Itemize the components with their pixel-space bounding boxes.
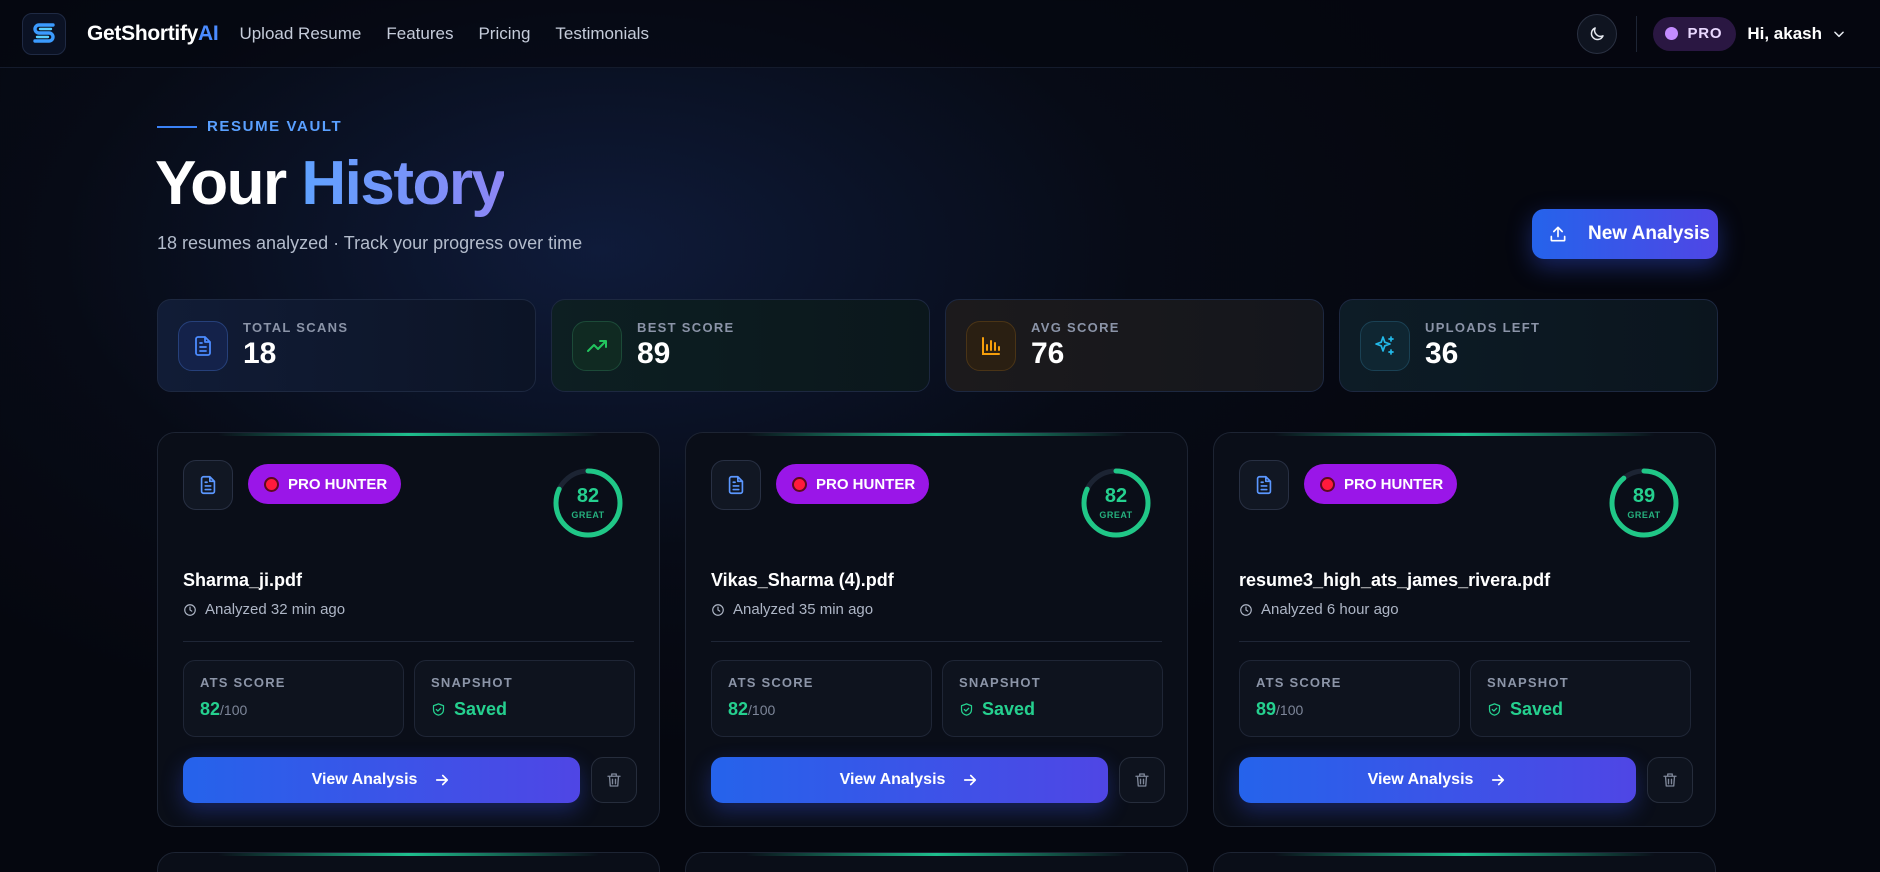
divider	[183, 641, 634, 642]
shield-check-icon	[432, 703, 445, 716]
clock-icon	[184, 603, 196, 616]
stat-avg-score: AVG SCORE 76	[945, 299, 1324, 392]
snapshot-box: SNAPSHOT Saved	[942, 660, 1163, 737]
badge-dot-icon	[1320, 476, 1335, 492]
stat-best-score: BEST SCORE 89	[551, 299, 930, 392]
moon-icon	[1591, 26, 1605, 40]
nav-links: Upload Resume Features Pricing Testimoni…	[239, 24, 649, 44]
new-analysis-button[interactable]: New Analysis	[1532, 209, 1718, 259]
bar-chart-icon	[966, 320, 1016, 371]
divider	[1239, 641, 1690, 642]
score-value: 89	[1632, 485, 1656, 507]
view-analysis-button[interactable]: View Analysis	[1239, 757, 1636, 803]
nav-link-features[interactable]: Features	[386, 24, 453, 44]
resume-card-next-row	[157, 852, 660, 872]
card-top-glow	[1274, 433, 1655, 436]
stat-total-scans: TOTAL SCANS 18	[157, 299, 536, 392]
score-value: 82	[1104, 485, 1128, 507]
plan-dot-icon	[1665, 27, 1679, 40]
tier-badge: PRO HUNTER	[1304, 464, 1458, 504]
nav-link-testimonials[interactable]: Testimonials	[555, 24, 649, 44]
resume-card: PRO HUNTER 82 GREAT Vikas_Sharma (4).pdf…	[685, 432, 1188, 827]
arrow-right-icon	[436, 774, 449, 786]
view-analysis-button[interactable]: View Analysis	[183, 757, 580, 803]
clock-icon	[712, 603, 724, 616]
ats-score-box: ATS SCORE 89/100	[1239, 660, 1460, 737]
file-icon	[183, 460, 233, 510]
upload-icon	[1550, 226, 1566, 242]
score-grade: GREAT	[1627, 510, 1661, 520]
card-top-glow	[218, 433, 599, 436]
trash-icon	[1663, 773, 1677, 787]
nav-link-upload-resume[interactable]: Upload Resume	[239, 24, 361, 44]
trash-icon	[1135, 773, 1149, 787]
plan-label: PRO	[1687, 25, 1723, 42]
analyzed-time: Analyzed 32 min ago	[183, 601, 345, 618]
delete-button[interactable]	[1119, 757, 1165, 803]
page-title: Your History	[155, 149, 506, 218]
file-icon	[711, 460, 761, 510]
file-name[interactable]: Vikas_Sharma (4).pdf	[711, 570, 894, 591]
snapshot-box: SNAPSHOT Saved	[1470, 660, 1691, 737]
trending-up-icon	[572, 320, 622, 371]
chevron-down-icon[interactable]	[1832, 27, 1846, 41]
analyzed-time: Analyzed 6 hour ago	[1239, 601, 1399, 618]
score-grade: GREAT	[571, 510, 605, 520]
delete-button[interactable]	[591, 757, 637, 803]
score-grade: GREAT	[1099, 510, 1133, 520]
divider	[1636, 15, 1638, 52]
score-value: 82	[576, 485, 600, 507]
badge-dot-icon	[792, 476, 807, 492]
document-icon	[178, 320, 228, 371]
view-analysis-button[interactable]: View Analysis	[711, 757, 1108, 803]
divider	[711, 641, 1162, 642]
shield-check-icon	[960, 703, 973, 716]
file-name[interactable]: Sharma_ji.pdf	[183, 570, 302, 591]
sparkles-icon	[1360, 320, 1410, 371]
delete-button[interactable]	[1647, 757, 1693, 803]
clock-icon	[1240, 603, 1252, 616]
trash-icon	[607, 773, 621, 787]
resume-card: PRO HUNTER 82 GREAT Sharma_ji.pdf Analyz…	[157, 432, 660, 827]
stat-uploads-left: UPLOADS LEFT 36	[1339, 299, 1718, 392]
badge-dot-icon	[264, 476, 279, 492]
brand-name[interactable]: GetShortifyAI	[87, 22, 219, 46]
resume-card-next-row	[1213, 852, 1716, 872]
ats-score-box: ATS SCORE 82/100	[711, 660, 932, 737]
theme-toggle-button[interactable]	[1577, 13, 1618, 54]
file-name[interactable]: resume3_high_ats_james_rivera.pdf	[1239, 570, 1550, 591]
logo-icon[interactable]	[22, 12, 66, 55]
resume-card: PRO HUNTER 89 GREAT resume3_high_ats_jam…	[1213, 432, 1716, 827]
snapshot-box: SNAPSHOT Saved	[414, 660, 635, 737]
tier-badge: PRO HUNTER	[776, 464, 930, 504]
page-subtitle: 18 resumes analyzed · Track your progres…	[157, 233, 583, 253]
user-greeting[interactable]: Hi, akash	[1747, 24, 1822, 44]
file-icon	[1239, 460, 1289, 510]
tier-badge: PRO HUNTER	[248, 464, 402, 504]
nav-link-pricing[interactable]: Pricing	[478, 24, 530, 44]
card-top-glow	[746, 433, 1127, 436]
arrow-right-icon	[964, 774, 977, 786]
analyzed-time: Analyzed 35 min ago	[711, 601, 873, 618]
shield-check-icon	[1488, 703, 1501, 716]
resume-card-next-row	[685, 852, 1188, 872]
ats-score-box: ATS SCORE 82/100	[183, 660, 404, 737]
arrow-right-icon	[1492, 774, 1505, 786]
top-navbar: GetShortifyAI Upload Resume Features Pri…	[0, 0, 1880, 68]
plan-badge: PRO	[1653, 16, 1737, 51]
section-eyebrow: RESUME VAULT	[157, 118, 342, 135]
